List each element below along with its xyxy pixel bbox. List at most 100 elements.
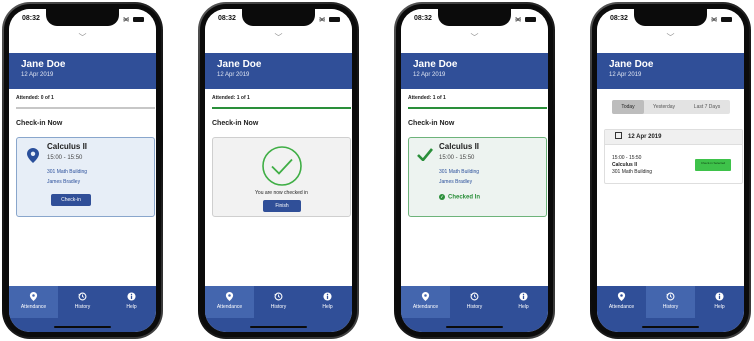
user-date: 12 Apr 2019 bbox=[217, 72, 250, 78]
home-indicator bbox=[54, 326, 111, 328]
tab-history-label: History bbox=[466, 304, 483, 310]
class-location: 301 Math Building bbox=[439, 169, 480, 175]
checkin-status-badge: Check-in Selected bbox=[695, 159, 731, 171]
tab-history[interactable]: History bbox=[254, 286, 303, 318]
chevron-down-icon[interactable]: ﹀ bbox=[401, 34, 548, 42]
user-date: 12 Apr 2019 bbox=[413, 72, 446, 78]
tab-bar: Attendance History Help bbox=[205, 286, 352, 332]
history-icon bbox=[470, 292, 479, 301]
attendance-progress bbox=[408, 107, 547, 109]
tab-bar: Attendance History Help bbox=[597, 286, 744, 332]
class-card: Calculus II 15:00 - 15:50 301 Math Build… bbox=[16, 137, 155, 217]
notch bbox=[242, 9, 315, 26]
user-header: Jane Doe 12 Apr 2019 bbox=[401, 53, 548, 89]
location-pin-icon bbox=[421, 292, 430, 301]
class-professor: James Bradley bbox=[47, 179, 81, 185]
info-icon bbox=[519, 292, 528, 301]
class-time: 15:00 - 15:50 bbox=[439, 155, 475, 161]
attended-count: Attended: 1 of 1 bbox=[212, 95, 250, 101]
tab-help[interactable]: Help bbox=[107, 286, 156, 318]
history-icon bbox=[666, 292, 675, 301]
tab-help[interactable]: Help bbox=[499, 286, 548, 318]
class-professor: James Bradley bbox=[439, 179, 473, 185]
info-icon bbox=[127, 292, 136, 301]
home-indicator bbox=[642, 326, 699, 328]
tab-attendance[interactable]: Attendance bbox=[205, 286, 254, 318]
info-icon bbox=[715, 292, 724, 301]
tab-attendance[interactable]: Attendance bbox=[597, 286, 646, 318]
user-name: Jane Doe bbox=[217, 59, 262, 70]
attendance-progress bbox=[16, 107, 155, 109]
user-header: Jane Doe 12 Apr 2019 bbox=[597, 53, 744, 89]
app-screen: 08:32 ᯼ ﹀ Jane Doe 12 Apr 2019 Today Yes… bbox=[597, 9, 744, 332]
check-circle-icon: ✓ bbox=[439, 194, 445, 200]
history-time: 15:00 - 15:50 bbox=[612, 155, 642, 161]
user-name: Jane Doe bbox=[413, 59, 458, 70]
chevron-down-icon[interactable]: ﹀ bbox=[9, 34, 156, 42]
history-course: Calculus II bbox=[612, 162, 638, 168]
app-screen: 08:32 ᯼ ﹀ Jane Doe 12 Apr 2019 Attended:… bbox=[9, 9, 156, 332]
class-time: 15:00 - 15:50 bbox=[47, 155, 83, 161]
notch bbox=[438, 9, 511, 26]
location-pin-icon bbox=[29, 292, 38, 301]
tab-bar: Attendance History Help bbox=[9, 286, 156, 332]
tab-help-label: Help bbox=[518, 304, 529, 310]
chevron-down-icon[interactable]: ﹀ bbox=[205, 34, 352, 42]
tab-history-label: History bbox=[74, 304, 91, 310]
user-name: Jane Doe bbox=[21, 59, 66, 70]
history-card: 12 Apr 2019 15:00 - 15:50 Calculus II 30… bbox=[604, 129, 743, 184]
wifi-battery-icon: ᯼ bbox=[319, 15, 340, 23]
location-pin-icon bbox=[617, 292, 626, 301]
checked-in-label: Checked In bbox=[448, 194, 481, 201]
tab-history[interactable]: History bbox=[450, 286, 499, 318]
status-time: 08:32 bbox=[22, 15, 40, 22]
notch bbox=[46, 9, 119, 26]
wifi-battery-icon: ᯼ bbox=[711, 15, 732, 23]
phone-checkin-screen: 08:32 ᯼ ﹀ Jane Doe 12 Apr 2019 Attended:… bbox=[2, 2, 163, 339]
tab-history-label: History bbox=[270, 304, 287, 310]
user-header: Jane Doe 12 Apr 2019 bbox=[9, 53, 156, 89]
tab-attendance-label: Attendance bbox=[412, 304, 439, 310]
segment-yesterday[interactable]: Yesterday bbox=[644, 100, 684, 114]
tab-attendance-label: Attendance bbox=[20, 304, 47, 310]
history-icon bbox=[274, 292, 283, 301]
tab-history[interactable]: History bbox=[58, 286, 107, 318]
class-location: 301 Math Building bbox=[47, 169, 88, 175]
segment-last-7-days[interactable]: Last 7 Days bbox=[684, 100, 730, 114]
finish-button[interactable]: Finish bbox=[263, 200, 301, 212]
phone-checked-in-screen: 08:32 ᯼ ﹀ Jane Doe 12 Apr 2019 Attended:… bbox=[394, 2, 555, 339]
tab-attendance[interactable]: Attendance bbox=[401, 286, 450, 318]
tab-help-label: Help bbox=[714, 304, 725, 310]
calendar-icon bbox=[615, 131, 622, 139]
class-card: Calculus II 15:00 - 15:50 301 Math Build… bbox=[408, 137, 547, 217]
chevron-down-icon[interactable]: ﹀ bbox=[597, 34, 744, 42]
segment-today[interactable]: Today bbox=[612, 100, 644, 114]
checkin-button[interactable]: Check-in bbox=[51, 194, 91, 206]
tab-help-label: Help bbox=[126, 304, 137, 310]
section-title: Check-in Now bbox=[212, 120, 259, 127]
tab-attendance-label: Attendance bbox=[608, 304, 635, 310]
section-title: Check-in Now bbox=[408, 120, 455, 127]
status-time: 08:32 bbox=[414, 15, 432, 22]
section-title: Check-in Now bbox=[16, 120, 63, 127]
tab-attendance[interactable]: Attendance bbox=[9, 286, 58, 318]
app-screen: 08:32 ᯼ ﹀ Jane Doe 12 Apr 2019 Attended:… bbox=[205, 9, 352, 332]
checkmark-icon bbox=[417, 148, 433, 161]
user-header: Jane Doe 12 Apr 2019 bbox=[205, 53, 352, 89]
attended-count: Attended: 1 of 1 bbox=[408, 95, 446, 101]
app-screen: 08:32 ᯼ ﹀ Jane Doe 12 Apr 2019 Attended:… bbox=[401, 9, 548, 332]
status-bar: 08:32 ᯼ bbox=[401, 9, 548, 31]
tab-history[interactable]: History bbox=[646, 286, 695, 318]
check-circle-icon bbox=[262, 146, 302, 186]
attendance-progress bbox=[212, 107, 351, 109]
status-bar: 08:32 ᯼ bbox=[597, 9, 744, 31]
location-pin-icon bbox=[225, 292, 234, 301]
tab-bar: Attendance History Help bbox=[401, 286, 548, 332]
tab-help[interactable]: Help bbox=[695, 286, 744, 318]
confirmation-card: You are now checked in Finish bbox=[212, 137, 351, 217]
tab-help[interactable]: Help bbox=[303, 286, 352, 318]
status-bar: 08:32 ᯼ bbox=[9, 9, 156, 31]
notch bbox=[634, 9, 707, 26]
home-indicator bbox=[250, 326, 307, 328]
status-time: 08:32 bbox=[218, 15, 236, 22]
